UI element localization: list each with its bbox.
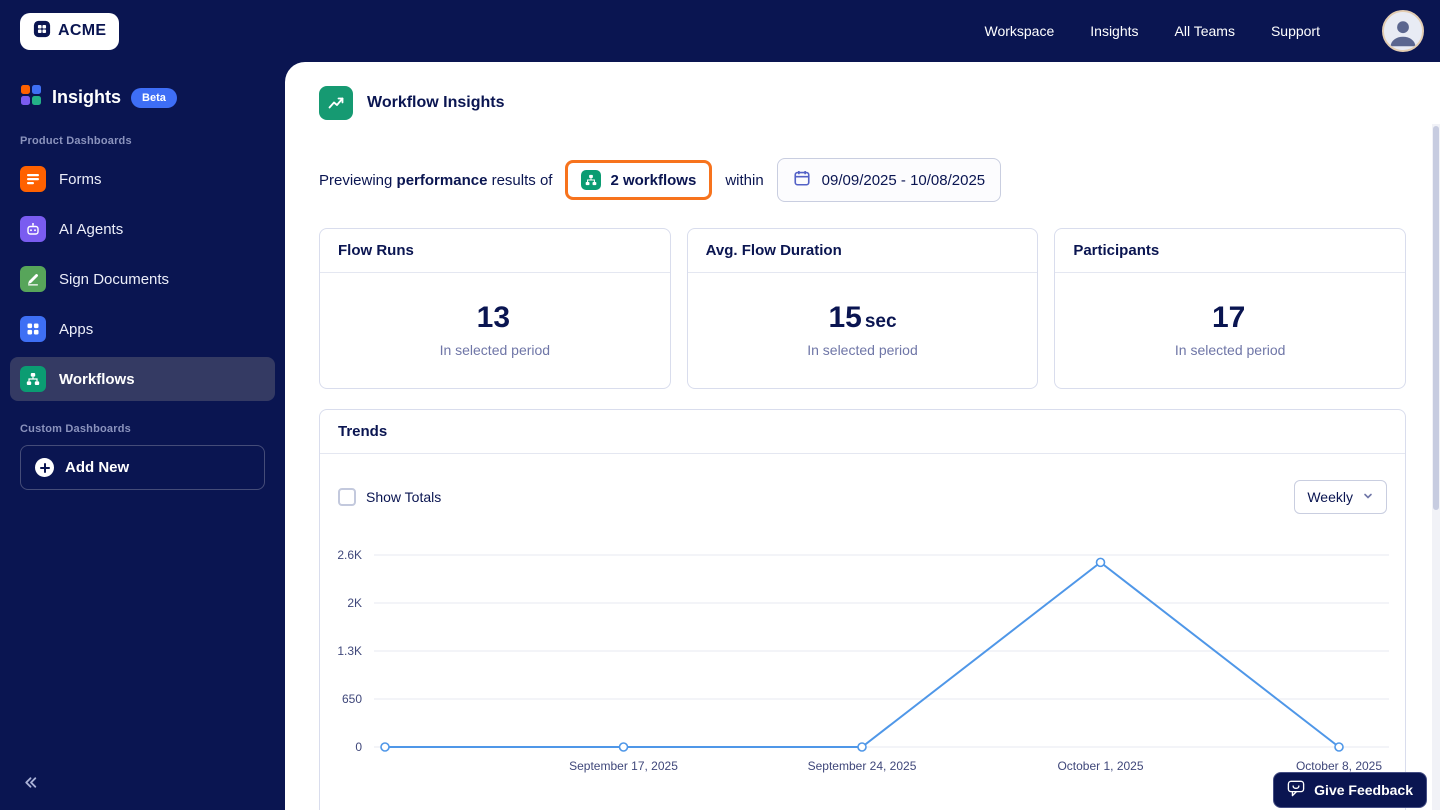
svg-text:2.6K: 2.6K	[337, 548, 362, 562]
forms-icon	[20, 166, 46, 192]
sidebar-item-label: Sign Documents	[59, 270, 170, 288]
stat-card-title: Flow Runs	[320, 229, 670, 273]
calendar-icon	[793, 169, 811, 191]
stat-card-participants: Participants 17 In selected period	[1054, 228, 1406, 389]
insights-logo-icon	[20, 84, 42, 111]
sidebar-item-label: AI Agents	[59, 220, 124, 238]
sidebar-item-workflows[interactable]: Workflows	[10, 357, 275, 401]
show-totals-checkbox[interactable]	[338, 488, 356, 506]
trends-line-chart: 0 650 1.3K 2K 2.6K September 17, 2025 Septembe…	[337, 548, 1389, 773]
add-new-label: Add New	[65, 459, 130, 476]
sidebar-item-label: Apps	[59, 320, 94, 338]
add-new-button[interactable]: Add New	[20, 445, 265, 490]
ai-agents-icon	[20, 216, 46, 242]
date-range-button[interactable]: 09/09/2025 - 10/08/2025	[776, 158, 1002, 202]
scrollbar-thumb[interactable]	[1433, 126, 1439, 511]
workflows-selector-button[interactable]: 2 workflows	[565, 160, 713, 200]
workflows-mini-icon	[581, 170, 602, 190]
beta-badge: Beta	[131, 87, 177, 108]
nav-all-teams[interactable]: All Teams	[1175, 23, 1235, 39]
apps-icon	[20, 316, 46, 342]
svg-text:2K: 2K	[347, 596, 362, 610]
sidebar-item-sign-documents[interactable]: Sign Documents	[10, 257, 275, 301]
sidebar-item-apps[interactable]: Apps	[10, 307, 275, 351]
show-totals-control: Show Totals	[338, 488, 441, 506]
stat-card-body: 17 In selected period	[1055, 273, 1405, 388]
sidebar-header: Insights Beta	[10, 78, 275, 113]
top-navigation: Workspace Insights All Teams Support	[984, 10, 1424, 52]
stat-number: 15	[828, 301, 862, 334]
stat-value: 13	[477, 303, 513, 333]
sidebar-item-label: Forms	[59, 170, 102, 188]
svg-text:September 24, 2025: September 24, 2025	[808, 759, 917, 773]
stat-subtitle: In selected period	[1174, 342, 1286, 358]
acme-logo[interactable]: ACME	[20, 12, 120, 50]
sidebar-item-forms[interactable]: Forms	[10, 157, 275, 201]
stat-unit: sec	[864, 311, 897, 332]
preview-row: Previewing performance results of 2 work…	[285, 158, 1440, 202]
within-label: within	[725, 171, 764, 189]
stat-number: 17	[1211, 301, 1246, 334]
sidebar-item-label: Workflows	[59, 370, 135, 388]
nav-workspace[interactable]: Workspace	[984, 23, 1054, 39]
page-title: Workflow Insights	[367, 94, 505, 111]
trends-card: Trends Show Totals Weekly 0 650 1.3K 2K 2.6K…	[319, 409, 1406, 810]
scrollbar[interactable]	[1432, 124, 1440, 810]
sign-documents-icon	[20, 266, 46, 292]
topbar: ACME Workspace Insights All Teams Suppor…	[0, 0, 1440, 62]
preview-text: Previewing performance results of	[319, 172, 552, 189]
svg-text:650: 650	[342, 692, 362, 706]
acme-logo-text: ACME	[58, 22, 107, 39]
chevron-down-icon	[1362, 489, 1374, 505]
preview-text-bold: performance	[396, 171, 488, 189]
main-panel: Workflow Insights Previewing performance…	[285, 62, 1440, 810]
feedback-label: Give Feedback	[1314, 782, 1413, 798]
preview-text-suffix: results of	[491, 171, 553, 189]
section-label-product-dashboards: Product Dashboards	[20, 135, 132, 147]
page-header: Workflow Insights	[285, 62, 1440, 120]
stat-card-title: Participants	[1055, 229, 1405, 273]
user-avatar[interactable]	[1382, 10, 1424, 52]
sidebar: Insights Beta Product Dashboards Forms A…	[0, 62, 285, 810]
trends-chart-area: 0 650 1.3K 2K 2.6K September 17, 2025 Septembe…	[320, 518, 1405, 784]
stat-value: 17	[1212, 303, 1248, 333]
give-feedback-button[interactable]: Give Feedback	[1273, 772, 1427, 808]
period-select-value: Weekly	[1307, 489, 1353, 505]
collapse-sidebar-icon[interactable]	[22, 774, 39, 796]
trends-controls: Show Totals Weekly	[320, 454, 1405, 518]
stat-card-flow-runs: Flow Runs 13 In selected period	[319, 228, 671, 389]
stats-row: Flow Runs 13 In selected period Avg. Flo…	[285, 228, 1440, 389]
nav-support[interactable]: Support	[1271, 23, 1320, 39]
svg-text:September 17, 2025: September 17, 2025	[569, 759, 678, 773]
section-label-custom-dashboards: Custom Dashboards	[20, 423, 131, 435]
date-range-value: 09/09/2025 - 10/08/2025	[821, 171, 986, 189]
svg-text:0: 0	[355, 740, 362, 754]
stat-subtitle: In selected period	[807, 342, 918, 358]
svg-text:October 8, 2025: October 8, 2025	[1296, 759, 1382, 773]
stat-card-body: 13 In selected period	[320, 273, 670, 388]
trends-title: Trends	[320, 410, 1405, 454]
workflows-icon	[20, 366, 46, 392]
workflows-selector-label: 2 workflows	[610, 171, 697, 189]
stat-card-body: 15 sec In selected period	[688, 273, 1038, 388]
plus-icon	[35, 458, 54, 477]
sidebar-title: Insights	[52, 87, 122, 107]
sidebar-item-ai-agents[interactable]: AI Agents	[10, 207, 275, 251]
acme-logo-icon	[33, 20, 51, 43]
stat-card-title: Avg. Flow Duration	[687, 229, 1038, 273]
period-select-dropdown[interactable]: Weekly	[1294, 480, 1387, 514]
stat-number: 13	[476, 301, 511, 334]
svg-text:October 1, 2025: October 1, 2025	[1057, 759, 1143, 773]
workflow-insights-icon	[319, 86, 353, 120]
show-totals-label: Show Totals	[366, 489, 442, 505]
svg-text:1.3K: 1.3K	[337, 644, 362, 658]
stat-subtitle: In selected period	[439, 342, 551, 358]
preview-text-prefix: Previewing	[319, 171, 393, 189]
stat-value: 15 sec	[828, 303, 896, 333]
feedback-bubble-icon	[1287, 780, 1305, 800]
stat-card-avg-flow-duration: Avg. Flow Duration 15 sec In selected per…	[686, 228, 1039, 389]
nav-insights[interactable]: Insights	[1090, 23, 1138, 39]
